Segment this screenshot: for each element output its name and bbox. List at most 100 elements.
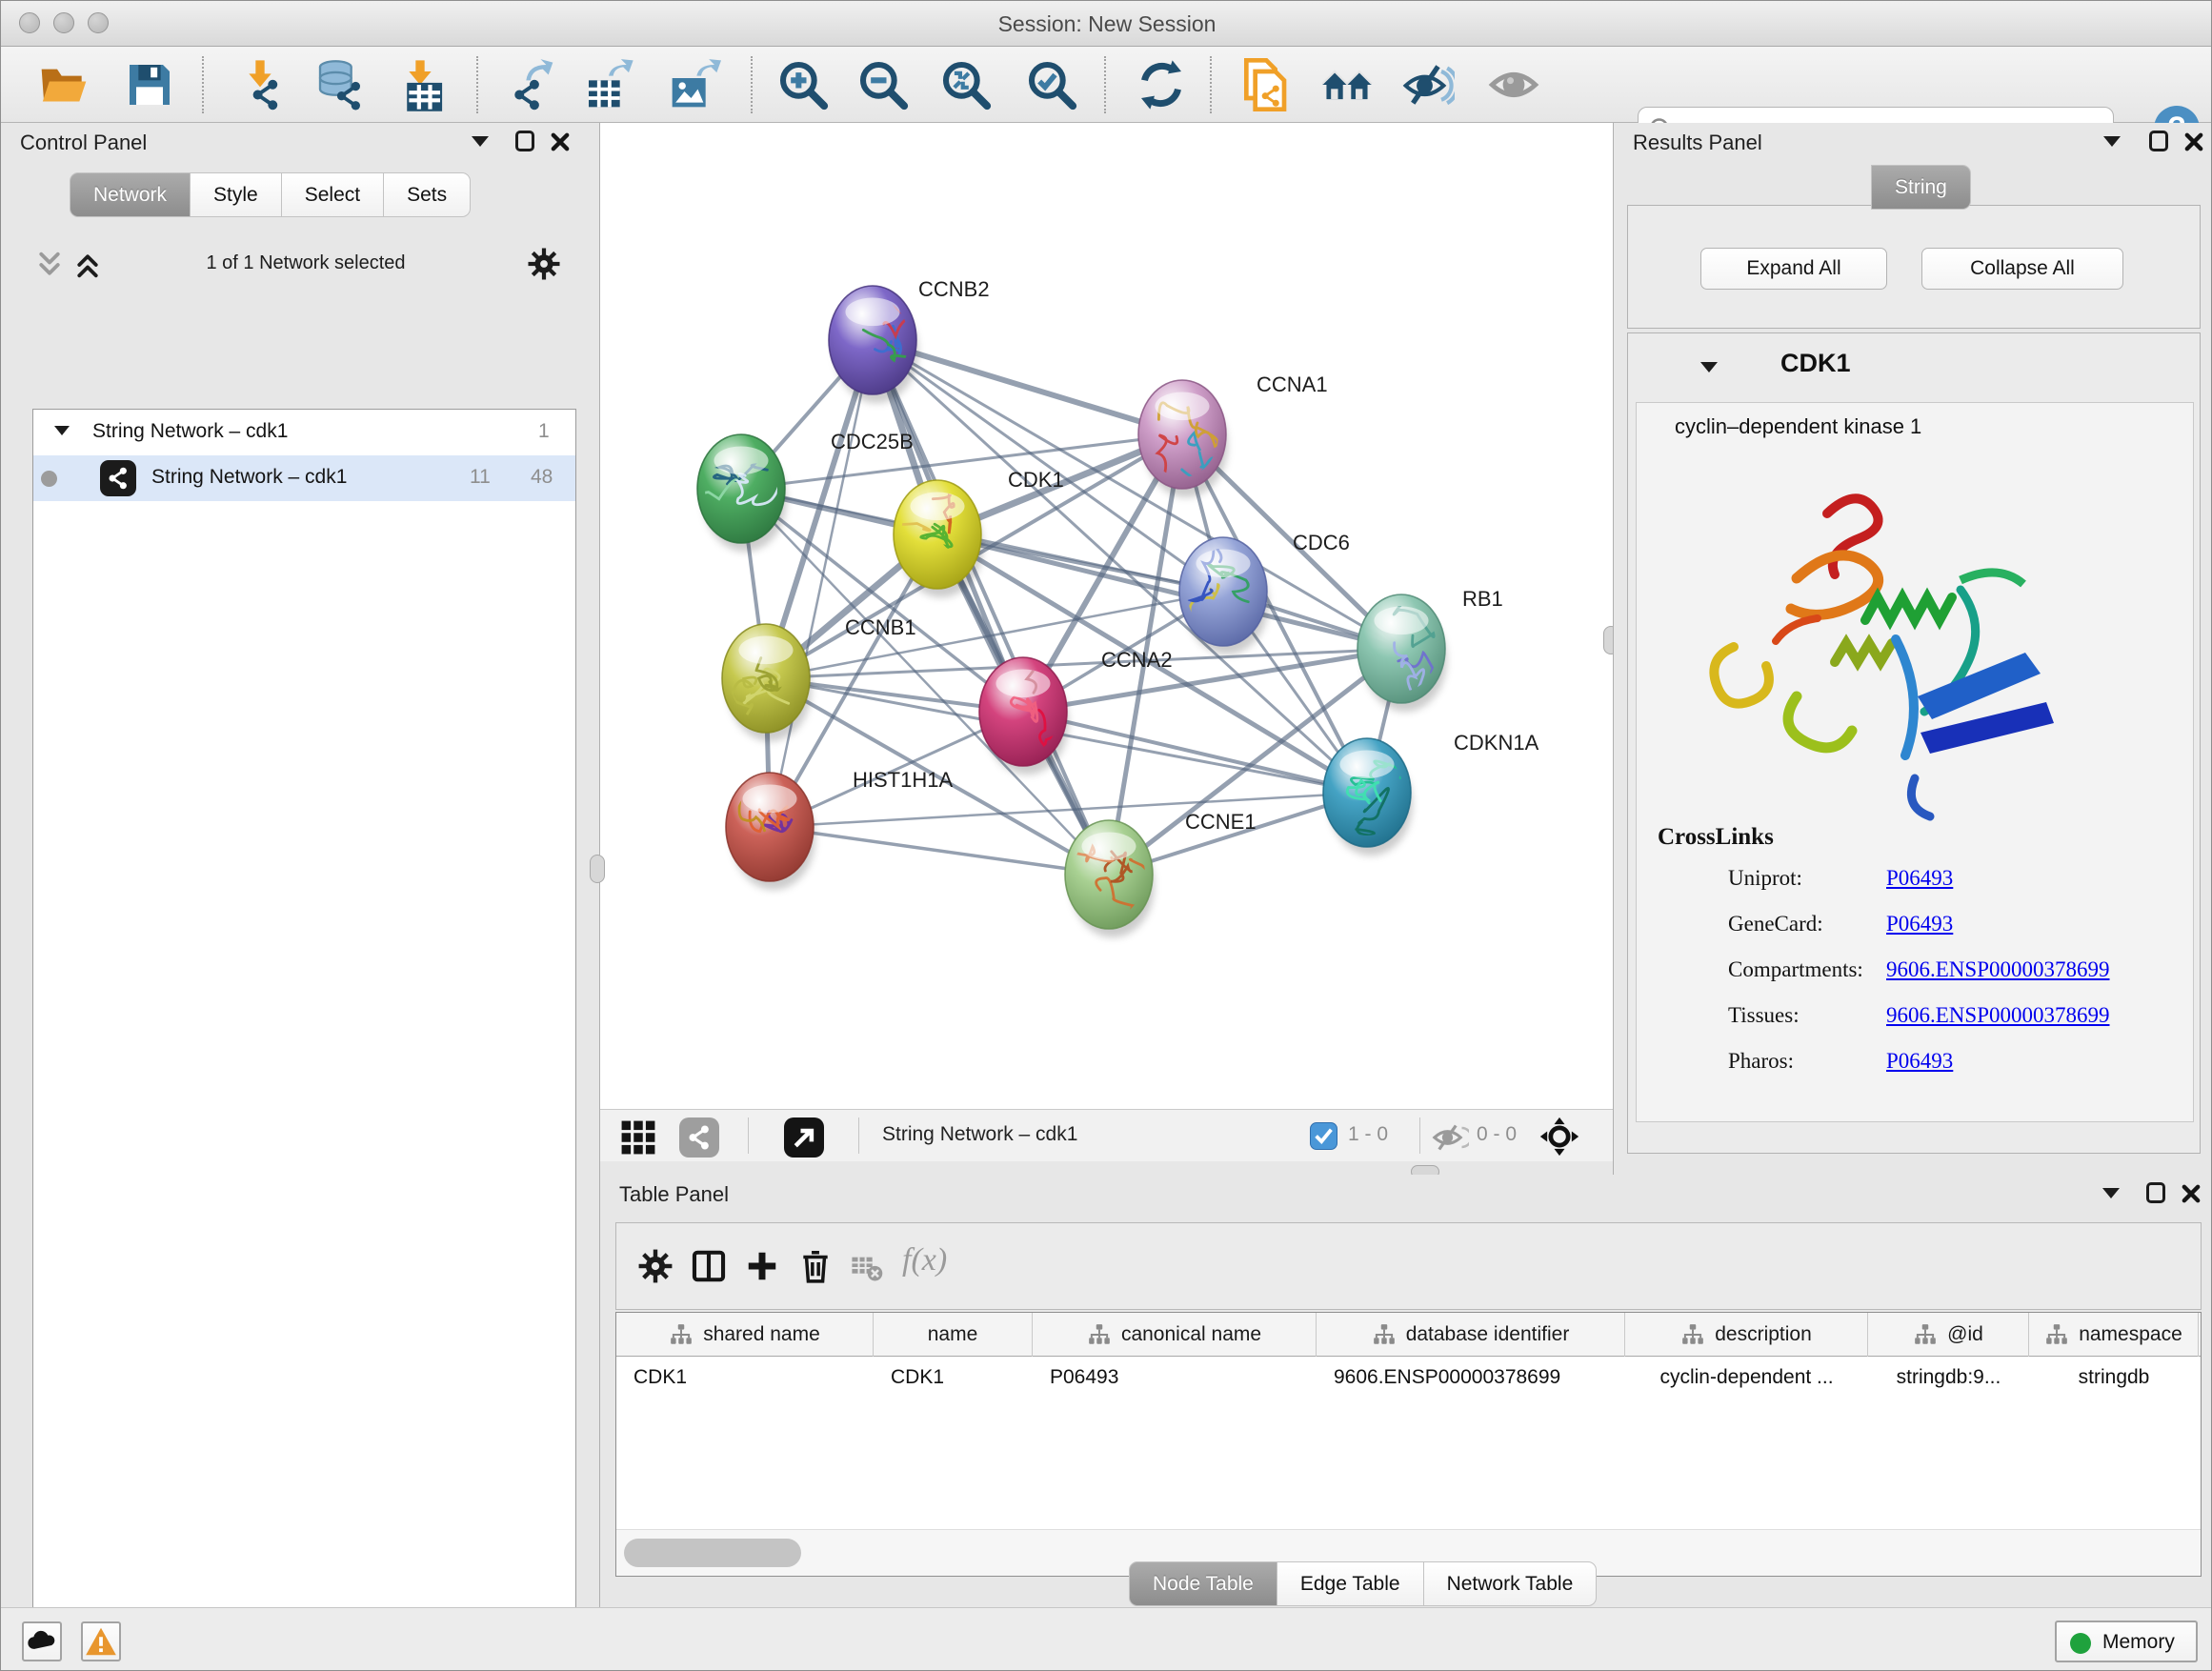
zoom-in-button[interactable]	[776, 58, 830, 111]
export-network-button[interactable]	[504, 58, 557, 111]
network-node-CDC6[interactable]: CDC6	[1179, 531, 1350, 654]
cloud-button[interactable]	[22, 1621, 62, 1661]
open-session-button[interactable]	[37, 58, 90, 111]
network-node-HIST1H1A[interactable]: HIST1H1A	[708, 768, 954, 890]
crosslink-link[interactable]: 9606.ENSP00000378699	[1886, 1003, 2110, 1028]
import-table-button[interactable]	[393, 58, 447, 111]
crosslink-link[interactable]: P06493	[1886, 912, 1953, 936]
title-bar: Session: New Session	[1, 1, 2212, 47]
network-node-CDC25B[interactable]: CDC25B	[662, 430, 914, 552]
network-node-CCNA1[interactable]: CCNA1	[1138, 372, 1328, 497]
tab-edge-table[interactable]: Edge Table	[1277, 1561, 1424, 1606]
network-edge[interactable]	[770, 827, 1109, 875]
zoom-selected-button[interactable]	[1025, 58, 1078, 111]
import-network-from-database-button[interactable]	[313, 58, 367, 111]
column-header-description[interactable]: description	[1625, 1313, 1868, 1357]
maximize-panel-icon[interactable]	[515, 131, 534, 151]
table-header-row: shared name name canonical name database id…	[616, 1313, 2202, 1357]
hide-selected-button[interactable]	[1401, 58, 1455, 111]
column-header-name[interactable]: name	[874, 1313, 1033, 1357]
network-edge[interactable]	[873, 340, 1109, 875]
maximize-panel-icon[interactable]	[2146, 1182, 2165, 1203]
table-cell[interactable]: 9606.ENSP00000378699	[1317, 1357, 1625, 1399]
float-panel-icon[interactable]	[472, 136, 489, 147]
tab-network-table[interactable]: Network Table	[1423, 1561, 1598, 1606]
pan-tool-icon[interactable]	[1538, 1116, 1580, 1158]
network-edge[interactable]	[1023, 712, 1367, 793]
birds-eye-view-icon[interactable]	[620, 1119, 656, 1156]
export-image-button[interactable]	[668, 58, 721, 111]
collapse-all-icon[interactable]	[35, 251, 64, 279]
float-panel-icon[interactable]	[2102, 1188, 2120, 1198]
table-cell[interactable]: P06493	[1033, 1357, 1317, 1399]
duplicate-network-button[interactable]	[1237, 58, 1291, 111]
zoom-fit-button[interactable]	[939, 58, 993, 111]
column-header-database-identifier[interactable]: database identifier	[1317, 1313, 1625, 1357]
tab-style[interactable]: Style	[190, 172, 282, 217]
column-header-label: name	[928, 1323, 978, 1346]
network-options-gear-icon[interactable]	[527, 247, 561, 281]
crosslink-link[interactable]: P06493	[1886, 866, 1953, 891]
network-node-RB1[interactable]: RB1	[1357, 587, 1503, 712]
network-row-selected[interactable]: String Network – cdk1 11 48	[33, 455, 575, 501]
tab-string[interactable]: String	[1871, 165, 1971, 210]
app-window: Session: New Session	[0, 0, 2212, 1671]
left-splitter-handle[interactable]	[590, 855, 605, 883]
table-cell[interactable]: cyclin-dependent ...	[1625, 1357, 1868, 1399]
crosslink-link[interactable]: 9606.ENSP00000378699	[1886, 957, 2110, 982]
collection-count: 1	[538, 420, 550, 443]
table-options-gear-icon[interactable]	[637, 1248, 674, 1284]
window-title: Session: New Session	[1, 11, 2212, 37]
status-bar: Memory	[1, 1607, 2212, 1671]
maximize-panel-icon[interactable]	[2149, 131, 2168, 151]
network-edge[interactable]	[873, 340, 1182, 434]
float-panel-icon[interactable]	[2103, 136, 2121, 147]
export-table-button[interactable]	[582, 58, 635, 111]
save-session-button[interactable]	[123, 58, 176, 111]
network-canvas[interactable]: CCNB2CCNA1CDC25BCDK1CDC6RB1CCNB1CCNA2CDK…	[600, 123, 1613, 1109]
tab-node-table[interactable]: Node Table	[1129, 1561, 1277, 1606]
import-network-button[interactable]	[233, 58, 287, 111]
close-panel-icon[interactable]	[2183, 131, 2204, 152]
scrollbar-thumb[interactable]	[624, 1539, 801, 1567]
crosslink-link[interactable]: P06493	[1886, 1049, 1953, 1074]
show-all-button[interactable]	[1487, 58, 1540, 111]
create-column-icon[interactable]	[744, 1248, 780, 1284]
collapse-all-button[interactable]: Collapse All	[1921, 248, 2123, 290]
apply-layout-button[interactable]	[1135, 58, 1188, 111]
expand-all-icon[interactable]	[73, 251, 102, 279]
network-view-title: String Network – cdk1	[882, 1123, 1077, 1146]
column-header-shared-name[interactable]: shared name	[616, 1313, 874, 1357]
network-node-CDKN1A[interactable]: CDKN1A	[1323, 731, 1539, 856]
tab-select[interactable]: Select	[281, 172, 384, 217]
string-view-icon[interactable]	[679, 1117, 719, 1158]
column-header-canonical-name[interactable]: canonical name	[1033, 1313, 1317, 1357]
column-header-id[interactable]: @id	[1868, 1313, 2029, 1357]
warning-button[interactable]	[81, 1621, 121, 1661]
tab-network[interactable]: Network	[70, 172, 191, 217]
table-cell[interactable]: stringdb:9...	[1868, 1357, 2029, 1399]
tab-sets[interactable]: Sets	[383, 172, 471, 217]
protein-collapse-icon[interactable]	[1700, 362, 1718, 372]
detach-view-icon[interactable]	[784, 1117, 824, 1158]
network-collection-row[interactable]: String Network – cdk1 1	[33, 410, 575, 455]
network-edge[interactable]	[770, 340, 873, 827]
network-node-CDK1[interactable]: CDK1	[884, 468, 1064, 597]
network-node-CCNB2[interactable]: CCNB2	[829, 268, 990, 403]
first-neighbors-button[interactable]	[1320, 58, 1374, 111]
memory-button[interactable]: Memory	[2055, 1621, 2198, 1662]
delete-column-icon[interactable]	[797, 1248, 834, 1284]
close-panel-icon[interactable]	[2181, 1183, 2202, 1204]
column-header-label: canonical name	[1121, 1323, 1261, 1346]
expand-all-button[interactable]: Expand All	[1700, 248, 1887, 290]
table-cell[interactable]: stringdb	[2029, 1357, 2199, 1399]
close-panel-icon[interactable]	[550, 131, 571, 152]
collection-expand-icon[interactable]	[54, 426, 70, 435]
table-cell[interactable]: CDK1	[616, 1357, 874, 1399]
show-columns-icon[interactable]	[691, 1248, 727, 1284]
table-cell[interactable]: CDK1	[874, 1357, 1033, 1399]
zoom-out-button[interactable]	[856, 58, 910, 111]
column-header-namespace[interactable]: namespace	[2029, 1313, 2199, 1357]
network-node-CCNE1[interactable]: CCNE1	[1054, 810, 1256, 937]
selected-nodes-checkbox[interactable]	[1310, 1122, 1337, 1150]
